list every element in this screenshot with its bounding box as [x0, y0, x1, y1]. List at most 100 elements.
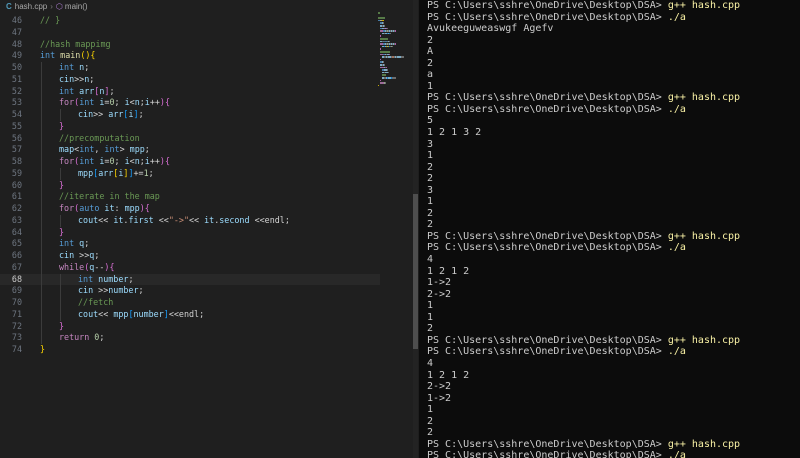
terminal-output-line: 2->2 [419, 381, 800, 393]
terminal-output: 1 [427, 150, 434, 162]
line-number: 48 [11, 38, 22, 49]
code-token: > [119, 144, 130, 155]
code-token: <<endl; [254, 214, 290, 225]
code-line[interactable]: 67 while(q--){ [0, 261, 380, 274]
terminal-output-line: 3 [419, 139, 800, 151]
code-line[interactable]: 62 for(auto it: mpp){ [0, 203, 380, 215]
indent-guide [41, 191, 42, 203]
code-line[interactable]: 66 cin >>q; [0, 250, 380, 262]
minimap-mark [383, 25, 385, 27]
indent-guide [41, 179, 42, 192]
terminal-output: 1 2 1 2 [427, 265, 470, 277]
minimap-mark [383, 61, 384, 63]
terminal-prompt: PS C:\Users\sshre\OneDrive\Desktop\DSA> [427, 334, 668, 346]
line-number: 70 [11, 297, 22, 307]
code-line[interactable]: 49 int main(){ [0, 50, 380, 62]
code-token: //fetch [78, 297, 114, 307]
code-line[interactable]: 64} [0, 226, 380, 239]
editor-scrollbar-thumb[interactable] [413, 194, 418, 349]
code-line[interactable]: 70 //fetch [0, 297, 380, 309]
code-token: map [59, 144, 75, 155]
code-line[interactable]: 63 cout<< it.first <<"->"<< it.second <<e… [0, 214, 380, 227]
indent-guide [41, 97, 42, 109]
code-token: arr [98, 167, 114, 178]
code-line[interactable]: 71 cout<< mpp[number]<<endl; [0, 308, 380, 321]
terminal-prompt-line: PS C:\Users\sshre\OneDrive\Desktop\DSA> … [419, 231, 800, 243]
code-line[interactable]: 74} [0, 344, 380, 356]
line-number: 51 [11, 73, 22, 84]
code-line[interactable]: 51 cin>>n; [0, 73, 380, 86]
code-token: mpp [78, 167, 94, 178]
terminal-prompt-line: PS C:\Users\sshre\OneDrive\Desktop\DSA> … [419, 12, 800, 24]
code-token: return [59, 332, 95, 343]
code-line[interactable]: 73 return 0; [0, 332, 380, 344]
indent-guide [41, 109, 42, 121]
code-token: int [104, 144, 120, 155]
breadcrumb-symbol[interactable]: main() [65, 2, 88, 11]
code-line[interactable]: 59 mpp[arr[i]]+=1; [0, 167, 380, 180]
terminal-output: 1->2 [427, 392, 452, 404]
code-line[interactable]: 50 int n; [0, 62, 380, 74]
code-line[interactable]: 72} [0, 320, 380, 333]
code-line[interactable]: 46 // } [0, 15, 380, 27]
line-number: 54 [11, 109, 22, 119]
code-token: ){ [159, 156, 171, 166]
minimap-mark [388, 53, 390, 56]
terminal-output: 2 [427, 323, 434, 335]
minimap-mark [382, 74, 386, 76]
code-line[interactable]: 68 int number; [0, 273, 380, 286]
terminal-prompt: PS C:\Users\sshre\OneDrive\Desktop\DSA> [427, 0, 668, 11]
indent-guide [41, 144, 42, 156]
terminal-output-line: 2 [419, 427, 800, 439]
terminal-output: 1 [427, 311, 434, 323]
code-token: //precomputation [59, 132, 140, 143]
code-text: cin>> arr[i]; [78, 109, 144, 121]
code-token: int [78, 273, 99, 284]
terminal-prompt-line: PS C:\Users\sshre\OneDrive\Desktop\DSA> … [419, 439, 800, 451]
code-lines[interactable]: 46 // } 47 48 //hash mappimg 49 int main(){50 i… [0, 15, 380, 356]
code-token: cin [59, 73, 75, 84]
code-token: for [59, 97, 75, 108]
terminal-prompt: PS C:\Users\sshre\OneDrive\Desktop\DSA> [427, 438, 668, 450]
minimap[interactable] [378, 12, 410, 102]
breadcrumb-file[interactable]: hash.cpp [15, 2, 47, 11]
code-token: int [79, 97, 100, 108]
terminal-prompt: PS C:\Users\sshre\OneDrive\Desktop\DSA> [427, 92, 668, 104]
code-token: cin [59, 250, 80, 260]
terminal-output: 1 [427, 300, 434, 312]
code-token: << [188, 214, 205, 225]
terminal-output: 1 2 1 3 2 [427, 127, 482, 139]
terminal-output-line: 1 [419, 312, 800, 324]
code-line[interactable]: 48 //hash mappimg [0, 39, 380, 51]
code-token: ){ [139, 203, 150, 213]
code-token: ; [148, 167, 154, 178]
minimap-mark [383, 22, 384, 24]
minimap-mark [380, 35, 381, 37]
indent-guide [41, 132, 42, 145]
terminal-panel[interactable]: PS C:\Users\sshre\OneDrive\Desktop\DSA> … [419, 0, 800, 458]
indent-guide [41, 238, 42, 250]
code-line[interactable]: 57 map<int, int> mpp; [0, 144, 380, 156]
terminal-output-line: 1 2 1 2 [419, 266, 800, 278]
code-token: } [59, 320, 65, 331]
code-line[interactable]: 65 int q; [0, 238, 380, 250]
code-line[interactable]: 55} [0, 120, 380, 133]
indent-guide [41, 273, 42, 286]
code-line[interactable]: 60} [0, 179, 380, 192]
code-line[interactable]: 54 cin>> arr[i]; [0, 109, 380, 121]
minimap-mark [392, 77, 396, 79]
minimap-mark [380, 79, 381, 82]
code-token: ; [99, 332, 105, 343]
code-line[interactable]: 47 [0, 27, 380, 39]
code-line[interactable]: 69 cin >>number; [0, 285, 380, 297]
terminal-output: 2 [427, 415, 434, 427]
code-line[interactable]: 56 //precomputation [0, 132, 380, 145]
code-editor[interactable]: C hash.cpp › ⬡ main() 46 // } 47 48 //hash m… [0, 0, 418, 458]
terminal-output-line: 1 2 1 2 [419, 370, 800, 382]
code-line[interactable]: 58 for(int i=0; i<n;i++){ [0, 156, 380, 168]
code-line[interactable]: 53 for(int i=0; i<n;i++){ [0, 97, 380, 109]
code-line[interactable]: 61 //iterate in the map [0, 191, 380, 203]
code-line[interactable]: 52 int arr[n]; [0, 85, 380, 98]
minimap-mark [380, 51, 390, 53]
terminal-command: g++ hash.cpp [667, 334, 741, 346]
